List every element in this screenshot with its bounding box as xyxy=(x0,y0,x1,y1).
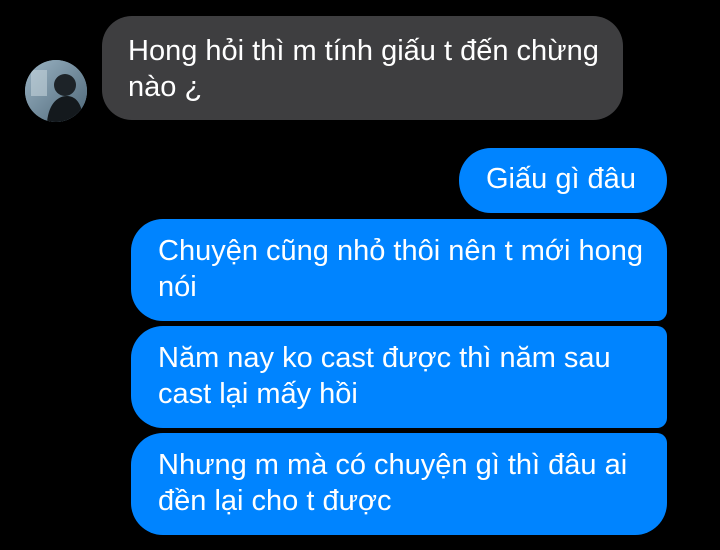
message-text: Năm nay ko cast được thì năm sau cast lạ… xyxy=(158,342,611,410)
outgoing-message-bubble[interactable]: Chuyện cũng nhỏ thôi nên t mới hong nói xyxy=(131,219,667,321)
message-text: Chuyện cũng nhỏ thôi nên t mới hong nói xyxy=(158,235,643,303)
contact-avatar[interactable] xyxy=(25,60,87,122)
incoming-message-bubble[interactable]: Hong hỏi thì m tính giấu t đến chừng nào… xyxy=(102,16,623,120)
outgoing-message-bubble[interactable]: Giấu gì đâu xyxy=(459,148,667,213)
message-text: Hong hỏi thì m tính giấu t đến chừng nào… xyxy=(128,35,599,103)
message-text: Nhưng m mà có chuyện gì thì đâu ai đền l… xyxy=(158,449,628,517)
message-text: Giấu gì đâu xyxy=(486,163,636,195)
avatar-photo-icon xyxy=(25,60,87,122)
outgoing-message-bubble[interactable]: Nhưng m mà có chuyện gì thì đâu ai đền l… xyxy=(131,433,667,535)
outgoing-message-bubble[interactable]: Năm nay ko cast được thì năm sau cast lạ… xyxy=(131,326,667,428)
